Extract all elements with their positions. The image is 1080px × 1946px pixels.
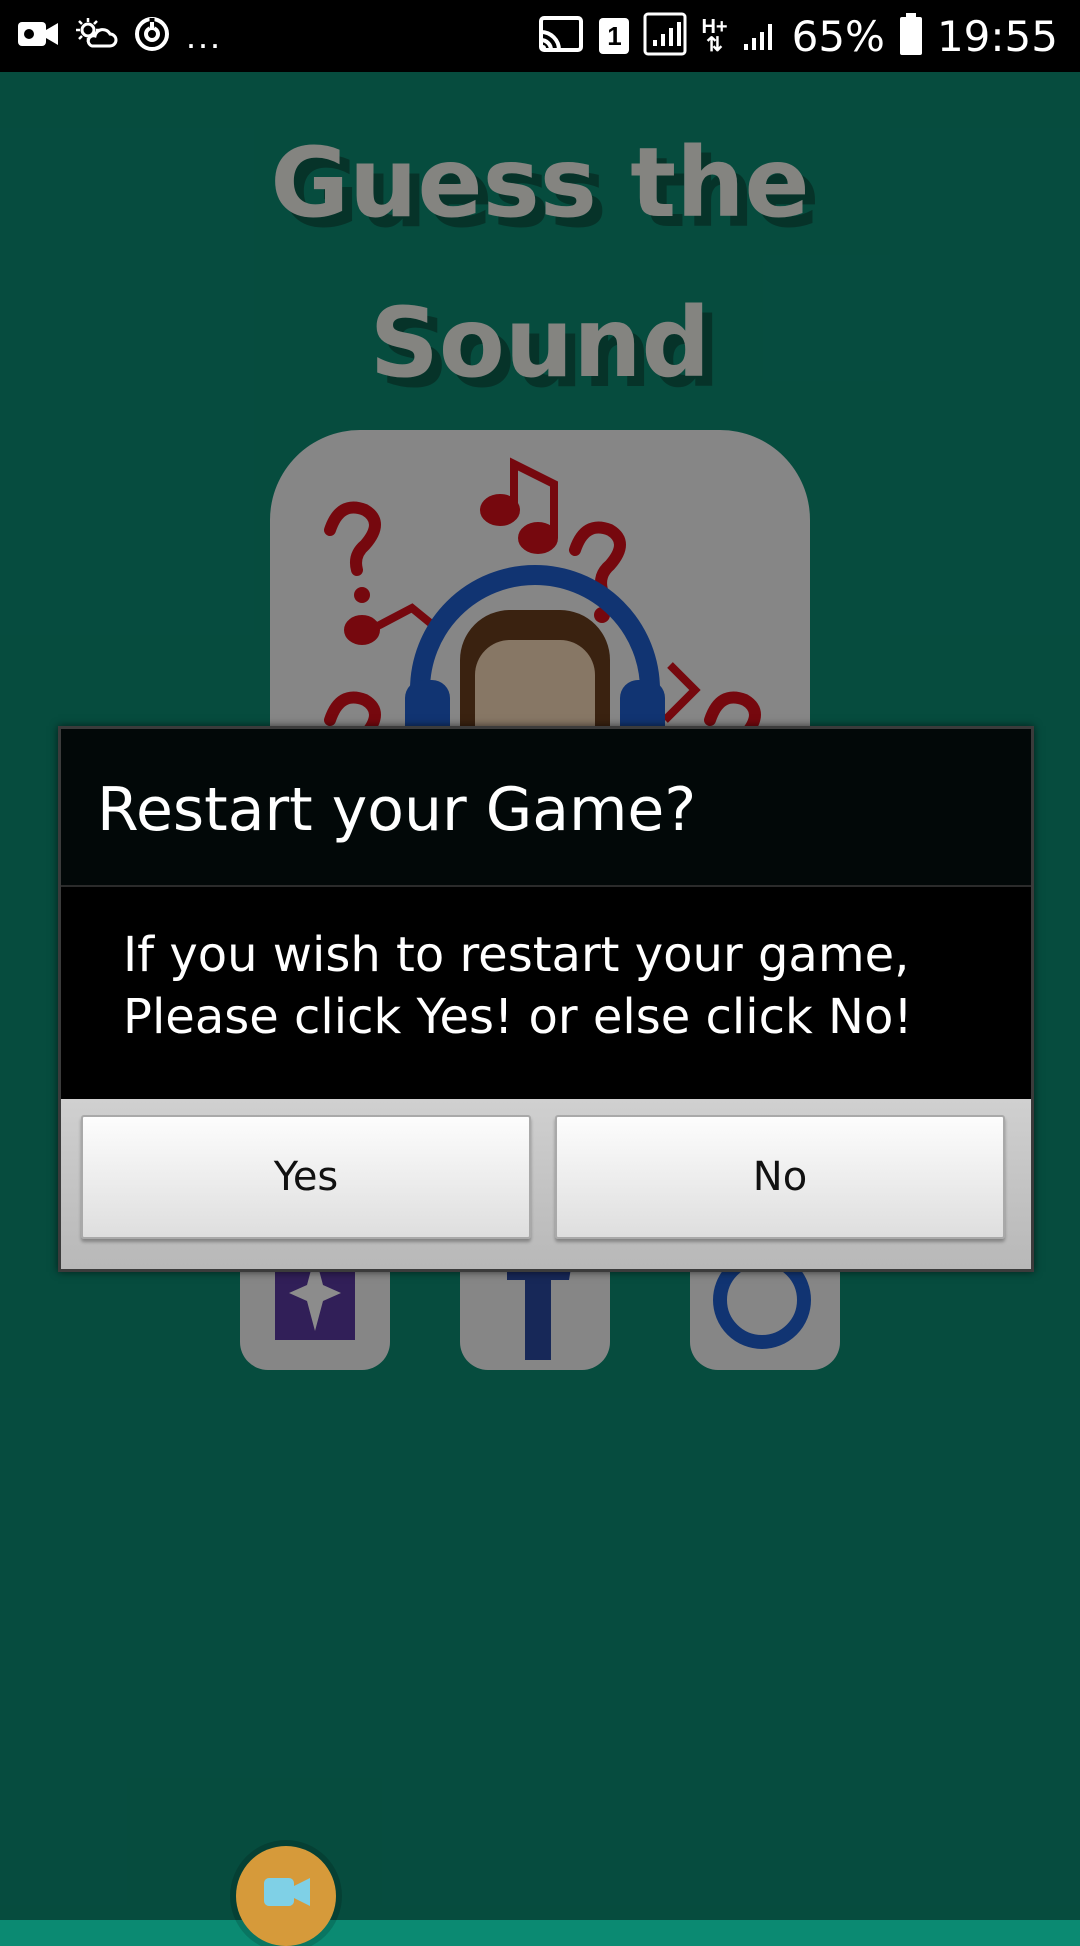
signal-icon: [643, 12, 687, 61]
yes-button[interactable]: Yes: [81, 1115, 531, 1239]
video-record-icon: [16, 16, 60, 57]
battery-percent: 65%: [791, 11, 885, 61]
dialog-title-bar: Restart your Game?: [61, 729, 1031, 887]
dialog-message: If you wish to restart your game, Please…: [61, 887, 1031, 1099]
restart-dialog: Restart your Game? If you wish to restar…: [58, 726, 1034, 1272]
dialog-message-line2: Please click Yes! or else click No!: [123, 989, 913, 1045]
screen-record-button[interactable]: [236, 1846, 336, 1946]
signal-icon: [742, 14, 778, 59]
video-camera-icon: [264, 1878, 310, 1906]
cast-icon: [537, 14, 585, 59]
sync-icon: [132, 14, 172, 59]
dialog-title: Restart your Game?: [97, 775, 697, 845]
overflow-indicator: ...: [186, 15, 223, 56]
clock: 19:55: [936, 11, 1058, 61]
status-bar: ... 1 H+ ⇅ 65% 19:55: [0, 0, 1080, 72]
dialog-button-bar: Yes No: [61, 1099, 1031, 1269]
dialog-message-line1: If you wish to restart your game,: [123, 927, 910, 983]
weather-icon: [74, 16, 118, 57]
no-button[interactable]: No: [555, 1115, 1005, 1239]
network-type: H+ ⇅: [701, 16, 728, 56]
status-bar-left: ...: [16, 12, 222, 60]
status-bar-right: 1 H+ ⇅ 65% 19:55: [537, 8, 1058, 64]
sim-icon: 1: [599, 18, 630, 54]
battery-icon: [899, 12, 923, 61]
